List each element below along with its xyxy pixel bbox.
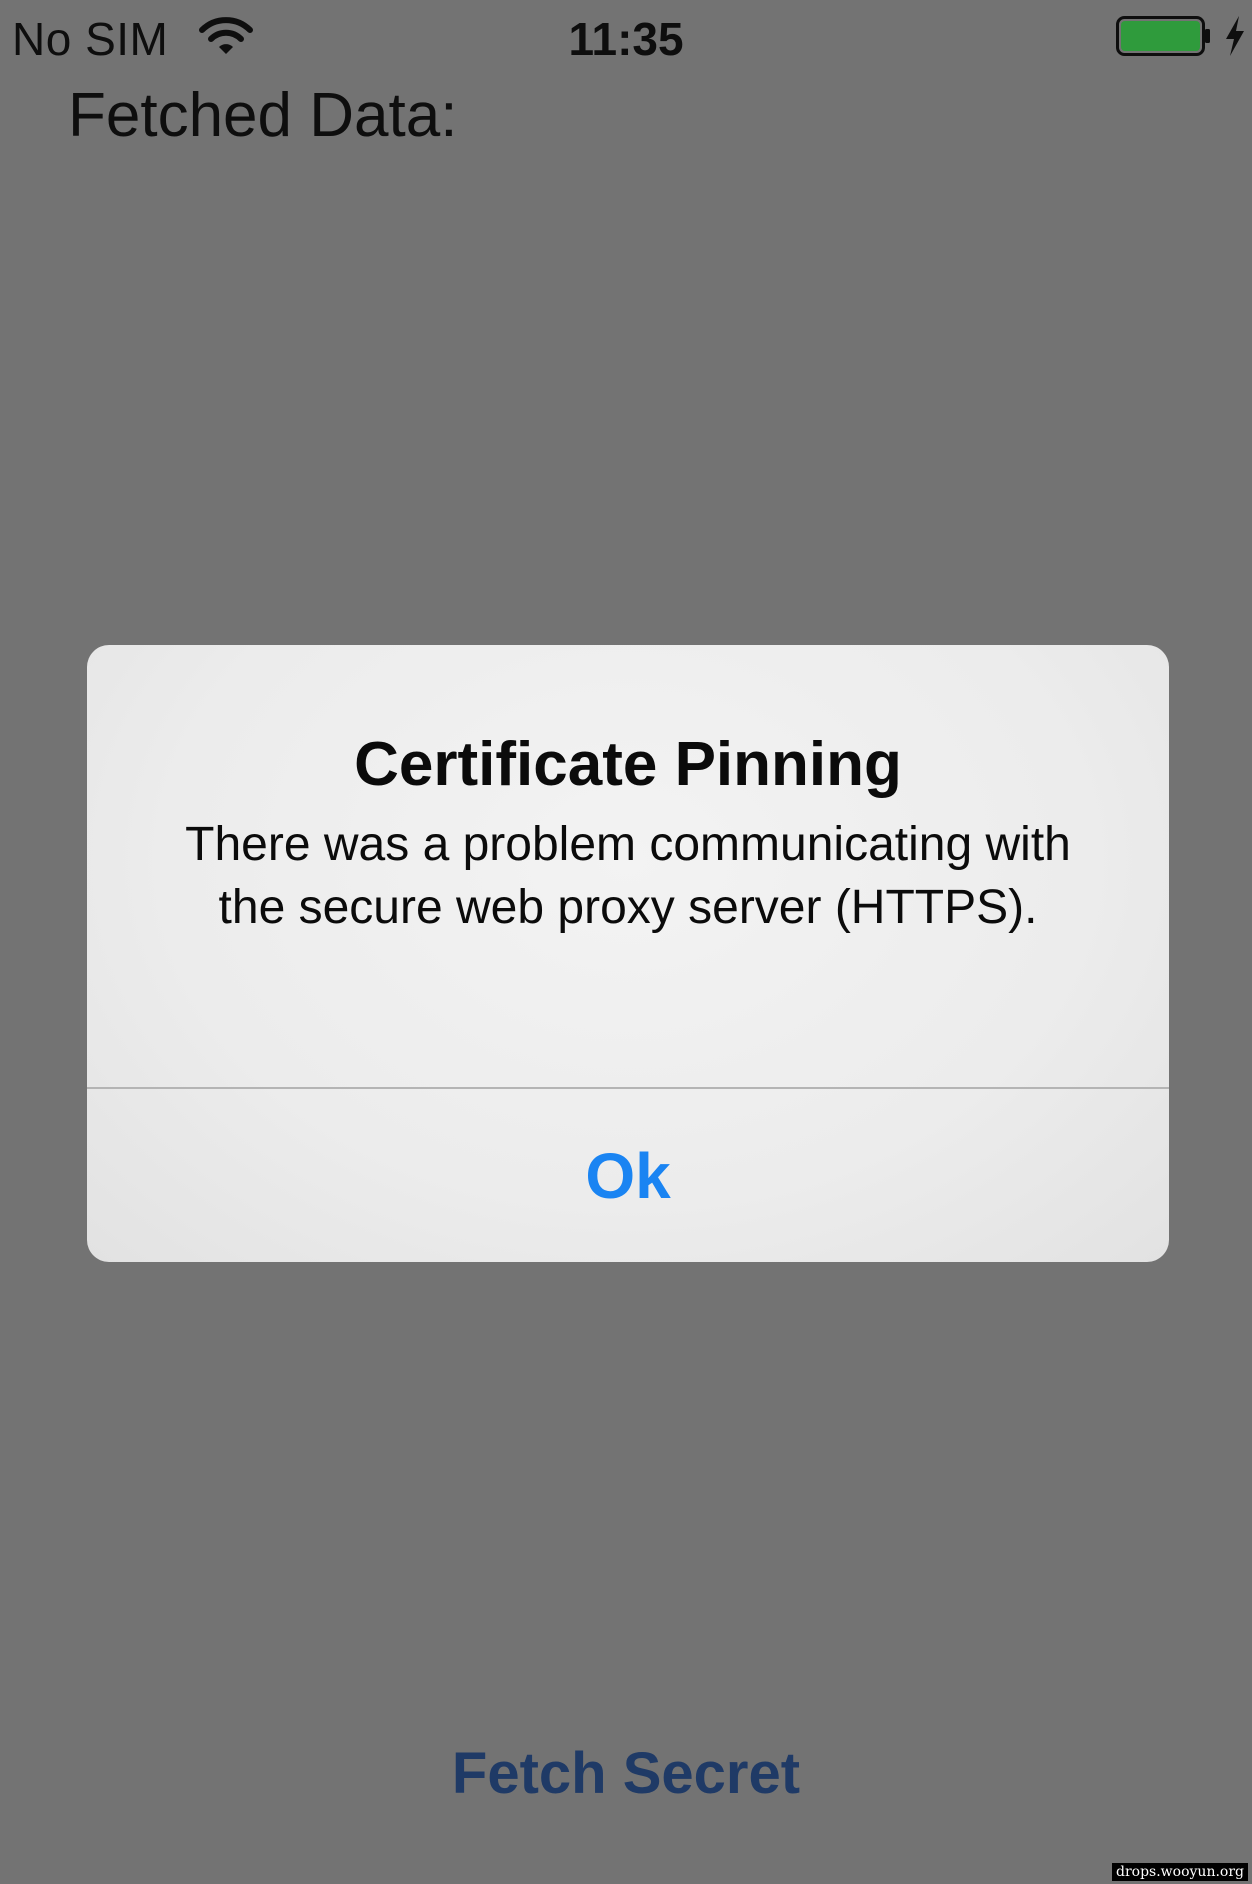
fetch-secret-button[interactable]: Fetch Secret (0, 1740, 1252, 1807)
fetched-data-label: Fetched Data: (68, 81, 458, 150)
status-bar: No SIM 11:35 (0, 0, 1252, 80)
battery-icon (1116, 16, 1210, 56)
alert-message: There was a problem communicating with t… (185, 818, 1071, 934)
charging-bolt-icon (1226, 16, 1244, 56)
app-screen: No SIM 11:35 Fetched Data: Fetch Secret … (0, 0, 1252, 1884)
alert-dialog: Certificate Pinning There was a problem … (87, 645, 1169, 1262)
watermark: drops.wooyun.org (1112, 1863, 1248, 1881)
status-time: 11:35 (568, 13, 684, 65)
alert-title: Certificate Pinning (354, 730, 902, 799)
alert-ok-button[interactable]: Ok (87, 1089, 1169, 1262)
